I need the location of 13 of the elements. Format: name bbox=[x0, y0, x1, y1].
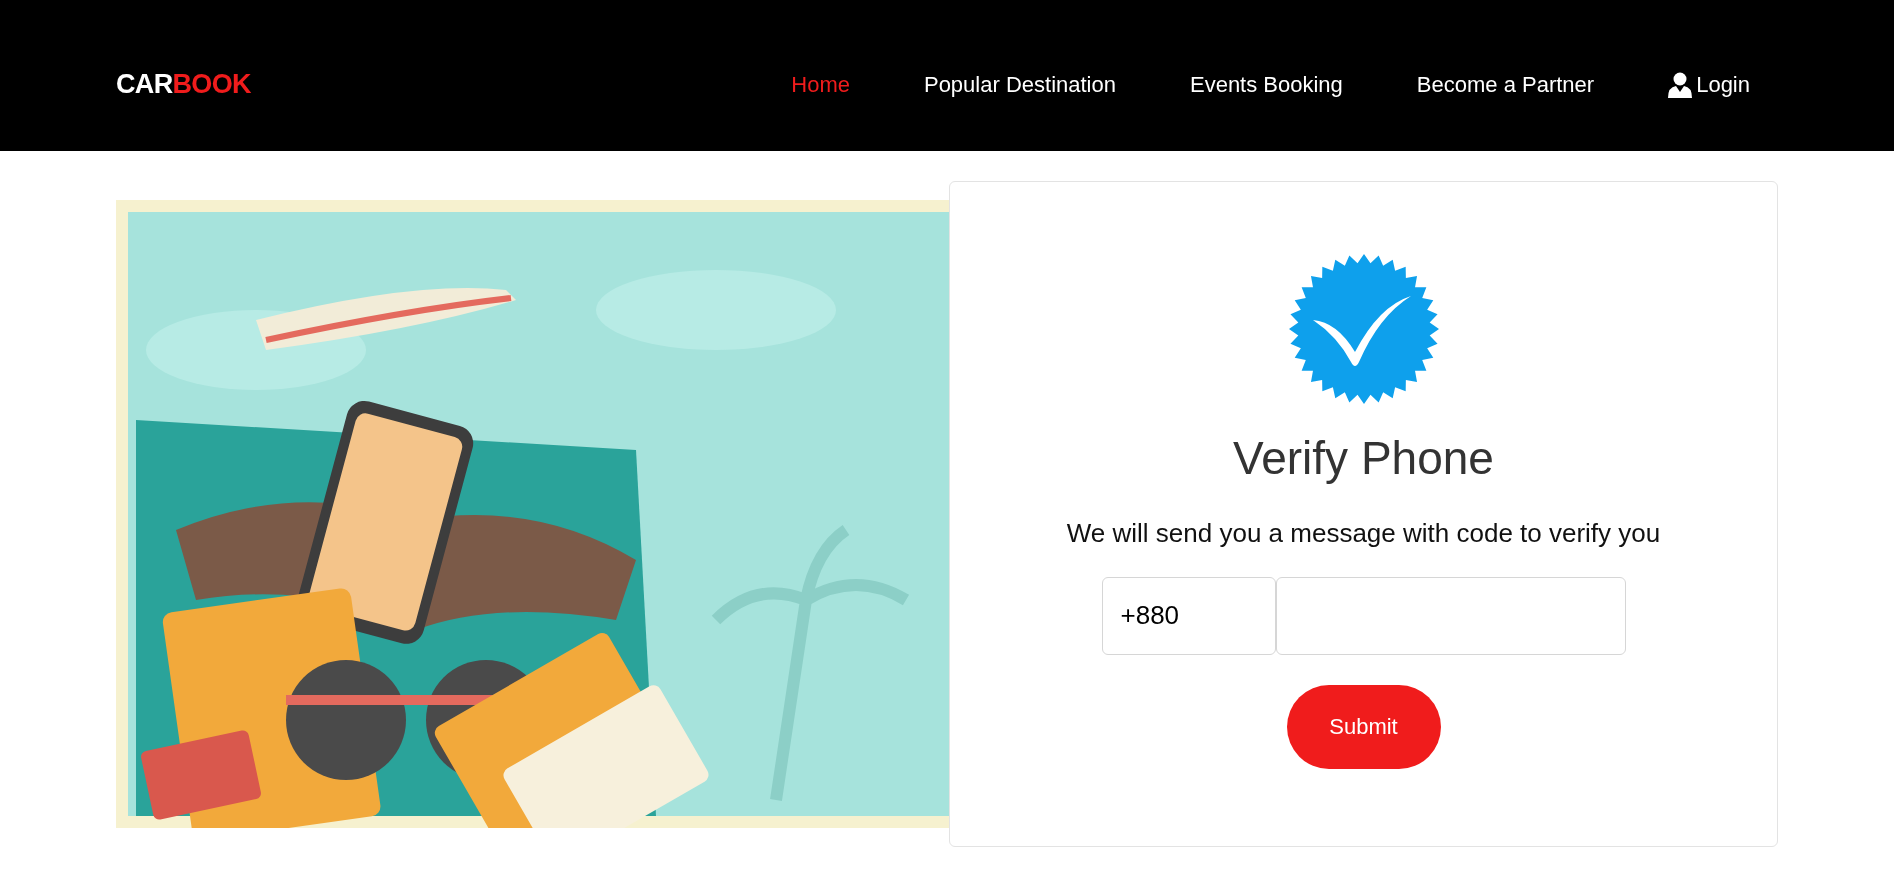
verified-badge-icon bbox=[1288, 254, 1439, 404]
verify-title: Verify Phone bbox=[1233, 431, 1494, 486]
country-code-field[interactable]: +880 bbox=[1101, 576, 1276, 655]
user-icon bbox=[1668, 71, 1693, 98]
login-link[interactable]: Login bbox=[1668, 68, 1750, 101]
phone-number-field[interactable] bbox=[1275, 576, 1626, 655]
nav-link[interactable]: Events Booking bbox=[1189, 68, 1343, 101]
nav-link[interactable]: Become a Partner bbox=[1416, 68, 1595, 101]
nav-link[interactable]: Popular Destination bbox=[923, 68, 1116, 101]
logo[interactable]: CARBOOK bbox=[116, 64, 251, 105]
submit-button[interactable]: Submit bbox=[1286, 684, 1441, 769]
verify-message: We will send you a message with code to verify you bbox=[1066, 516, 1661, 550]
nav-link[interactable]: Home bbox=[791, 68, 850, 101]
